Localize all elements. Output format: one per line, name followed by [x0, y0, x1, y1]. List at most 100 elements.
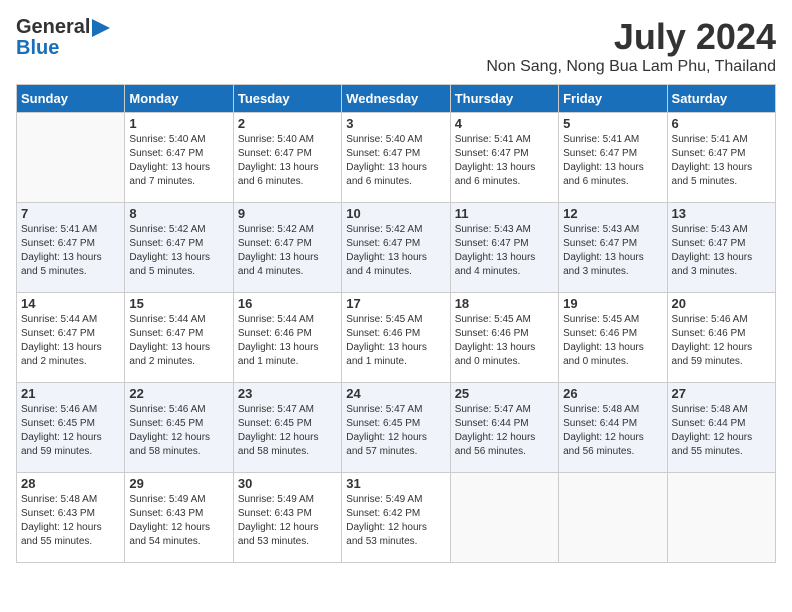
day-number: 23 [238, 386, 337, 401]
day-info: Sunrise: 5:41 AMSunset: 6:47 PMDaylight:… [21, 223, 120, 279]
header-row: SundayMondayTuesdayWednesdayThursdayFrid… [17, 85, 776, 113]
day-info: Sunrise: 5:41 AMSunset: 6:47 PMDaylight:… [563, 133, 662, 189]
day-number: 17 [346, 296, 445, 311]
header-tuesday: Tuesday [233, 85, 341, 113]
day-info: Sunrise: 5:42 AMSunset: 6:47 PMDaylight:… [346, 223, 445, 279]
day-cell: 30 Sunrise: 5:49 AMSunset: 6:43 PMDayligh… [233, 473, 341, 563]
title-area: July 2024 Non Sang, Nong Bua Lam Phu, Th… [486, 16, 776, 76]
day-number: 28 [21, 476, 120, 491]
day-info: Sunrise: 5:40 AMSunset: 6:47 PMDaylight:… [238, 133, 337, 189]
day-number: 1 [129, 116, 228, 131]
day-number: 15 [129, 296, 228, 311]
day-info: Sunrise: 5:42 AMSunset: 6:47 PMDaylight:… [238, 223, 337, 279]
day-cell: 29Sunrise: 5:49 AMSunset: 6:43 PMDayligh… [125, 473, 233, 563]
day-info: Sunrise: 5:45 AMSunset: 6:46 PMDaylight:… [455, 313, 554, 369]
day-number: 3 [346, 116, 445, 131]
day-cell: 7 Sunrise: 5:41 AMSunset: 6:47 PMDaylight… [17, 203, 125, 293]
day-cell: 15 Sunrise: 5:44 AMSunset: 6:47 PMDayligh… [125, 293, 233, 383]
day-number: 30 [238, 476, 337, 491]
header-wednesday: Wednesday [342, 85, 450, 113]
day-number: 12 [563, 206, 662, 221]
day-number: 8 [129, 206, 228, 221]
day-cell: 6Sunrise: 5:41 AMSunset: 6:47 PMDaylight… [667, 113, 775, 203]
day-number: 24 [346, 386, 445, 401]
day-number: 19 [563, 296, 662, 311]
day-cell: 9Sunrise: 5:42 AMSunset: 6:47 PMDaylight… [233, 203, 341, 293]
day-info: Sunrise: 5:49 AMSunset: 6:43 PMDaylight:… [238, 493, 337, 549]
day-cell: 14 Sunrise: 5:44 AMSunset: 6:47 PMDayligh… [17, 293, 125, 383]
header-sunday: Sunday [17, 85, 125, 113]
day-info: Sunrise: 5:49 AMSunset: 6:42 PMDaylight:… [346, 493, 445, 549]
day-info: Sunrise: 5:40 AMSunset: 6:47 PMDaylight:… [129, 133, 228, 189]
day-info: Sunrise: 5:48 AMSunset: 6:43 PMDaylight:… [21, 493, 120, 549]
day-cell [559, 473, 667, 563]
day-cell: 16 Sunrise: 5:44 AMSunset: 6:46 PMDayligh… [233, 293, 341, 383]
day-cell: 23 Sunrise: 5:47 AMSunset: 6:45 PMDayligh… [233, 383, 341, 473]
day-cell: 13 Sunrise: 5:43 AMSunset: 6:47 PMDayligh… [667, 203, 775, 293]
day-info: Sunrise: 5:47 AMSunset: 6:45 PMDaylight:… [346, 403, 445, 459]
day-number: 7 [21, 206, 120, 221]
day-info: Sunrise: 5:43 AMSunset: 6:47 PMDaylight:… [455, 223, 554, 279]
day-cell: 25 Sunrise: 5:47 AMSunset: 6:44 PMDayligh… [450, 383, 558, 473]
day-cell: 26 Sunrise: 5:48 AMSunset: 6:44 PMDayligh… [559, 383, 667, 473]
day-cell: 20Sunrise: 5:46 AMSunset: 6:46 PMDayligh… [667, 293, 775, 383]
day-number: 22 [129, 386, 228, 401]
month-title: July 2024 [486, 16, 776, 58]
day-info: Sunrise: 5:47 AMSunset: 6:44 PMDaylight:… [455, 403, 554, 459]
day-info: Sunrise: 5:48 AMSunset: 6:44 PMDaylight:… [563, 403, 662, 459]
day-cell: 24 Sunrise: 5:47 AMSunset: 6:45 PMDayligh… [342, 383, 450, 473]
logo-arrow-icon [92, 19, 110, 37]
day-number: 21 [21, 386, 120, 401]
day-cell: 1 Sunrise: 5:40 AMSunset: 6:47 PMDaylight… [125, 113, 233, 203]
day-info: Sunrise: 5:40 AMSunset: 6:47 PMDaylight:… [346, 133, 445, 189]
day-number: 13 [672, 206, 771, 221]
day-number: 20 [672, 296, 771, 311]
day-info: Sunrise: 5:41 AMSunset: 6:47 PMDaylight:… [455, 133, 554, 189]
day-cell: 8 Sunrise: 5:42 AMSunset: 6:47 PMDaylight… [125, 203, 233, 293]
week-row-4: 21 Sunrise: 5:46 AMSunset: 6:45 PMDayligh… [17, 383, 776, 473]
day-cell: 10Sunrise: 5:42 AMSunset: 6:47 PMDayligh… [342, 203, 450, 293]
day-info: Sunrise: 5:42 AMSunset: 6:47 PMDaylight:… [129, 223, 228, 279]
day-number: 11 [455, 206, 554, 221]
header-saturday: Saturday [667, 85, 775, 113]
day-info: Sunrise: 5:44 AMSunset: 6:46 PMDaylight:… [238, 313, 337, 369]
day-info: Sunrise: 5:46 AMSunset: 6:45 PMDaylight:… [129, 403, 228, 459]
day-info: Sunrise: 5:44 AMSunset: 6:47 PMDaylight:… [129, 313, 228, 369]
week-row-2: 7 Sunrise: 5:41 AMSunset: 6:47 PMDaylight… [17, 203, 776, 293]
header-monday: Monday [125, 85, 233, 113]
day-cell [667, 473, 775, 563]
day-cell: 22 Sunrise: 5:46 AMSunset: 6:45 PMDayligh… [125, 383, 233, 473]
day-number: 14 [21, 296, 120, 311]
day-info: Sunrise: 5:47 AMSunset: 6:45 PMDaylight:… [238, 403, 337, 459]
day-number: 31 [346, 476, 445, 491]
day-info: Sunrise: 5:44 AMSunset: 6:47 PMDaylight:… [21, 313, 120, 369]
day-info: Sunrise: 5:45 AMSunset: 6:46 PMDaylight:… [563, 313, 662, 369]
day-number: 26 [563, 386, 662, 401]
day-info: Sunrise: 5:48 AMSunset: 6:44 PMDaylight:… [672, 403, 771, 459]
week-row-3: 14 Sunrise: 5:44 AMSunset: 6:47 PMDayligh… [17, 293, 776, 383]
day-number: 5 [563, 116, 662, 131]
header-thursday: Thursday [450, 85, 558, 113]
logo-blue: Blue [16, 37, 59, 60]
header: General Blue July 2024 Non Sang, Nong Bu… [16, 16, 776, 76]
week-row-5: 28 Sunrise: 5:48 AMSunset: 6:43 PMDayligh… [17, 473, 776, 563]
day-number: 4 [455, 116, 554, 131]
day-cell: 4 Sunrise: 5:41 AMSunset: 6:47 PMDaylight… [450, 113, 558, 203]
day-cell: 18Sunrise: 5:45 AMSunset: 6:46 PMDayligh… [450, 293, 558, 383]
day-cell: 28 Sunrise: 5:48 AMSunset: 6:43 PMDayligh… [17, 473, 125, 563]
header-friday: Friday [559, 85, 667, 113]
day-cell: 5 Sunrise: 5:41 AMSunset: 6:47 PMDaylight… [559, 113, 667, 203]
day-info: Sunrise: 5:43 AMSunset: 6:47 PMDaylight:… [672, 223, 771, 279]
day-cell: 12 Sunrise: 5:43 AMSunset: 6:47 PMDayligh… [559, 203, 667, 293]
day-number: 6 [672, 116, 771, 131]
day-cell: 19 Sunrise: 5:45 AMSunset: 6:46 PMDayligh… [559, 293, 667, 383]
day-number: 29 [129, 476, 228, 491]
day-cell: 17Sunrise: 5:45 AMSunset: 6:46 PMDayligh… [342, 293, 450, 383]
day-number: 16 [238, 296, 337, 311]
day-cell: 2Sunrise: 5:40 AMSunset: 6:47 PMDaylight… [233, 113, 341, 203]
day-number: 25 [455, 386, 554, 401]
day-cell: 11 Sunrise: 5:43 AMSunset: 6:47 PMDayligh… [450, 203, 558, 293]
day-cell: 3 Sunrise: 5:40 AMSunset: 6:47 PMDaylight… [342, 113, 450, 203]
day-info: Sunrise: 5:43 AMSunset: 6:47 PMDaylight:… [563, 223, 662, 279]
location-title: Non Sang, Nong Bua Lam Phu, Thailand [486, 58, 776, 76]
